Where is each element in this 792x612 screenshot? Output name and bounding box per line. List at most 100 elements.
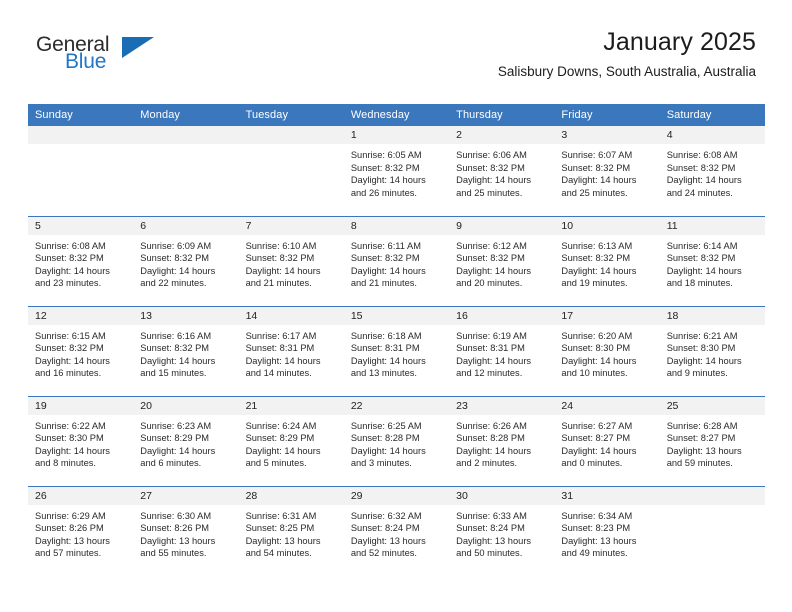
day-sun-info: Sunrise: 6:24 AM Sunset: 8:29 PM Daylight:…	[239, 415, 344, 470]
daylight-duration-line1: Daylight: 13 hours	[666, 445, 742, 456]
calendar-day-cell[interactable]: 26 Sunrise: 6:29 AM Sunset: 8:26 PM Dayligh…	[28, 485, 134, 576]
calendar-week-row: 12 Sunrise: 6:15 AM Sunset: 8:32 PM Dayligh…	[28, 305, 765, 396]
calendar-day-cell[interactable]: 15 Sunrise: 6:18 AM Sunset: 8:31 PM Dayligh…	[343, 305, 450, 396]
day-sun-info: Sunrise: 6:09 AM Sunset: 8:32 PM Daylight:…	[133, 235, 238, 290]
sunrise-time: Sunrise: 6:28 AM	[666, 420, 738, 431]
day-number: 28	[238, 486, 344, 505]
day-number	[133, 126, 239, 144]
sunset-time: Sunset: 8:32 PM	[350, 162, 420, 173]
sunrise-time: Sunrise: 6:08 AM	[666, 150, 738, 160]
daylight-duration-line1: Daylight: 14 hours	[140, 355, 216, 366]
sunrise-time: Sunrise: 6:31 AM	[245, 510, 317, 521]
day-sun-info: Sunrise: 6:20 AM Sunset: 8:30 PM Daylight:…	[554, 325, 659, 380]
calendar-day-cell[interactable]: 30 Sunrise: 6:33 AM Sunset: 8:24 PM Dayligh…	[449, 485, 555, 576]
day-sun-info: Sunrise: 6:32 AM Sunset: 8:24 PM Daylight:…	[344, 505, 449, 560]
day-number: 21	[238, 396, 344, 415]
general-blue-logo[interactable]: General Blue	[36, 34, 154, 72]
sunrise-time: Sunrise: 6:19 AM	[456, 330, 527, 341]
day-number: 31	[554, 486, 660, 505]
sunrise-time: Sunrise: 6:16 AM	[140, 330, 212, 341]
day-number: 27	[133, 486, 239, 505]
sunset-time: Sunset: 8:26 PM	[140, 523, 210, 534]
calendar-day-cell[interactable]: 5 Sunrise: 6:08 AM Sunset: 8:32 PM Daylight…	[28, 215, 134, 306]
daylight-duration-line1: Daylight: 13 hours	[140, 535, 216, 546]
calendar-day-cell[interactable]: 25 Sunrise: 6:28 AM Sunset: 8:27 PM Dayligh…	[659, 395, 765, 486]
sunrise-time: Sunrise: 6:30 AM	[140, 510, 212, 521]
day-sun-info: Sunrise: 6:11 AM Sunset: 8:32 PM Daylight:…	[344, 235, 449, 290]
calendar-day-cell[interactable]: 9 Sunrise: 6:12 AM Sunset: 8:32 PM Daylight…	[449, 215, 555, 306]
daylight-duration-line2: and 21 minutes.	[245, 278, 312, 289]
sunset-time: Sunset: 8:31 PM	[245, 343, 315, 354]
calendar-day-cell[interactable]: 2 Sunrise: 6:06 AM Sunset: 8:32 PM Daylight…	[449, 126, 555, 216]
sunset-time: Sunset: 8:32 PM	[456, 162, 525, 173]
calendar-day-cell[interactable]: 18 Sunrise: 6:21 AM Sunset: 8:30 PM Dayligh…	[659, 305, 765, 396]
calendar-day-cell[interactable]: 13 Sunrise: 6:16 AM Sunset: 8:32 PM Dayligh…	[133, 305, 239, 396]
day-number	[238, 126, 344, 144]
daylight-duration-line1: Daylight: 14 hours	[666, 265, 742, 276]
daylight-duration-line1: Daylight: 13 hours	[561, 535, 637, 546]
sunrise-time: Sunrise: 6:11 AM	[350, 240, 421, 251]
sunrise-time: Sunrise: 6:12 AM	[456, 240, 527, 251]
daylight-duration-line2: and 19 minutes.	[561, 278, 628, 289]
title-block: January 2025 Salisbury Downs, South Aust…	[498, 28, 756, 80]
sunset-time: Sunset: 8:23 PM	[561, 523, 631, 534]
calendar-table: Sunday Monday Tuesday Wednesday Thursday…	[28, 104, 765, 576]
daylight-duration-line1: Daylight: 14 hours	[561, 175, 637, 186]
sunrise-time: Sunrise: 6:13 AM	[561, 240, 633, 251]
weekday-header-wednesday: Wednesday	[343, 104, 450, 126]
daylight-duration-line2: and 24 minutes.	[666, 187, 733, 198]
calendar-day-cell[interactable]: 24 Sunrise: 6:27 AM Sunset: 8:27 PM Dayligh…	[554, 395, 660, 486]
daylight-duration-line2: and 22 minutes.	[140, 278, 207, 289]
sunrise-time: Sunrise: 6:18 AM	[350, 330, 422, 341]
day-number: 10	[554, 216, 660, 235]
sunrise-time: Sunrise: 6:14 AM	[666, 240, 738, 251]
calendar-day-cell[interactable]: 14 Sunrise: 6:17 AM Sunset: 8:31 PM Dayligh…	[238, 305, 344, 396]
calendar-day-cell[interactable]: 19 Sunrise: 6:22 AM Sunset: 8:30 PM Dayligh…	[28, 395, 134, 486]
daylight-duration-line2: and 59 minutes.	[666, 458, 733, 469]
daylight-duration-line2: and 49 minutes.	[561, 548, 628, 559]
day-number: 24	[554, 396, 660, 415]
daylight-duration-line2: and 2 minutes.	[456, 458, 518, 469]
day-number: 16	[449, 306, 555, 325]
sunset-time: Sunset: 8:29 PM	[245, 433, 315, 444]
calendar-day-cell[interactable]: 17 Sunrise: 6:20 AM Sunset: 8:30 PM Dayligh…	[554, 305, 660, 396]
sunrise-time: Sunrise: 6:21 AM	[666, 330, 738, 341]
daylight-duration-line2: and 26 minutes.	[350, 187, 417, 198]
calendar-day-cell[interactable]: 1 Sunrise: 6:05 AM Sunset: 8:32 PM Daylight…	[343, 126, 450, 216]
sunset-time: Sunset: 8:32 PM	[140, 343, 210, 354]
daylight-duration-line1: Daylight: 14 hours	[35, 265, 110, 276]
calendar-day-cell[interactable]: 27 Sunrise: 6:30 AM Sunset: 8:26 PM Dayligh…	[133, 485, 239, 576]
daylight-duration-line1: Daylight: 14 hours	[350, 175, 426, 186]
calendar-day-cell[interactable]: 11 Sunrise: 6:14 AM Sunset: 8:32 PM Dayligh…	[659, 215, 765, 306]
calendar-day-cell[interactable]: 6 Sunrise: 6:09 AM Sunset: 8:32 PM Daylight…	[133, 215, 239, 306]
calendar-day-cell[interactable]: 7 Sunrise: 6:10 AM Sunset: 8:32 PM Daylight…	[238, 215, 344, 306]
daylight-duration-line1: Daylight: 14 hours	[456, 265, 532, 276]
calendar-day-cell[interactable]: 29 Sunrise: 6:32 AM Sunset: 8:24 PM Dayligh…	[343, 485, 450, 576]
weekday-header-tuesday: Tuesday	[238, 104, 344, 126]
daylight-duration-line2: and 52 minutes.	[350, 548, 417, 559]
weekday-header-friday: Friday	[554, 104, 660, 126]
day-sun-info: Sunrise: 6:19 AM Sunset: 8:31 PM Daylight:…	[449, 325, 554, 380]
calendar-day-cell[interactable]: 16 Sunrise: 6:19 AM Sunset: 8:31 PM Dayligh…	[449, 305, 555, 396]
calendar-day-cell[interactable]: 22 Sunrise: 6:25 AM Sunset: 8:28 PM Dayligh…	[343, 395, 450, 486]
calendar-day-cell[interactable]: 12 Sunrise: 6:15 AM Sunset: 8:32 PM Dayligh…	[28, 305, 134, 396]
calendar-day-cell[interactable]: 4 Sunrise: 6:08 AM Sunset: 8:32 PM Daylight…	[659, 126, 765, 216]
daylight-duration-line1: Daylight: 14 hours	[35, 445, 110, 456]
calendar-day-cell[interactable]: 10 Sunrise: 6:13 AM Sunset: 8:32 PM Dayligh…	[554, 215, 660, 306]
calendar-day-cell[interactable]: 20 Sunrise: 6:23 AM Sunset: 8:29 PM Dayligh…	[133, 395, 239, 486]
calendar-day-cell-empty	[238, 126, 344, 216]
calendar-page: General Blue January 2025 Salisbury Down…	[0, 0, 792, 612]
day-number: 30	[449, 486, 555, 505]
sunset-time: Sunset: 8:32 PM	[245, 253, 315, 264]
day-sun-info: Sunrise: 6:16 AM Sunset: 8:32 PM Daylight:…	[133, 325, 238, 380]
day-sun-info: Sunrise: 6:29 AM Sunset: 8:26 PM Daylight:…	[28, 505, 133, 560]
calendar-day-cell[interactable]: 8 Sunrise: 6:11 AM Sunset: 8:32 PM Daylight…	[343, 215, 450, 306]
calendar-day-cell[interactable]: 23 Sunrise: 6:26 AM Sunset: 8:28 PM Dayligh…	[449, 395, 555, 486]
day-number: 14	[238, 306, 344, 325]
calendar-day-cell[interactable]: 21 Sunrise: 6:24 AM Sunset: 8:29 PM Dayligh…	[238, 395, 344, 486]
calendar-day-cell[interactable]: 31 Sunrise: 6:34 AM Sunset: 8:23 PM Dayligh…	[554, 485, 660, 576]
calendar-day-cell[interactable]: 3 Sunrise: 6:07 AM Sunset: 8:32 PM Daylight…	[554, 126, 660, 216]
daylight-duration-line2: and 5 minutes.	[245, 458, 307, 469]
calendar-day-cell[interactable]: 28 Sunrise: 6:31 AM Sunset: 8:25 PM Dayligh…	[238, 485, 344, 576]
day-sun-info: Sunrise: 6:28 AM Sunset: 8:27 PM Daylight:…	[660, 415, 765, 470]
